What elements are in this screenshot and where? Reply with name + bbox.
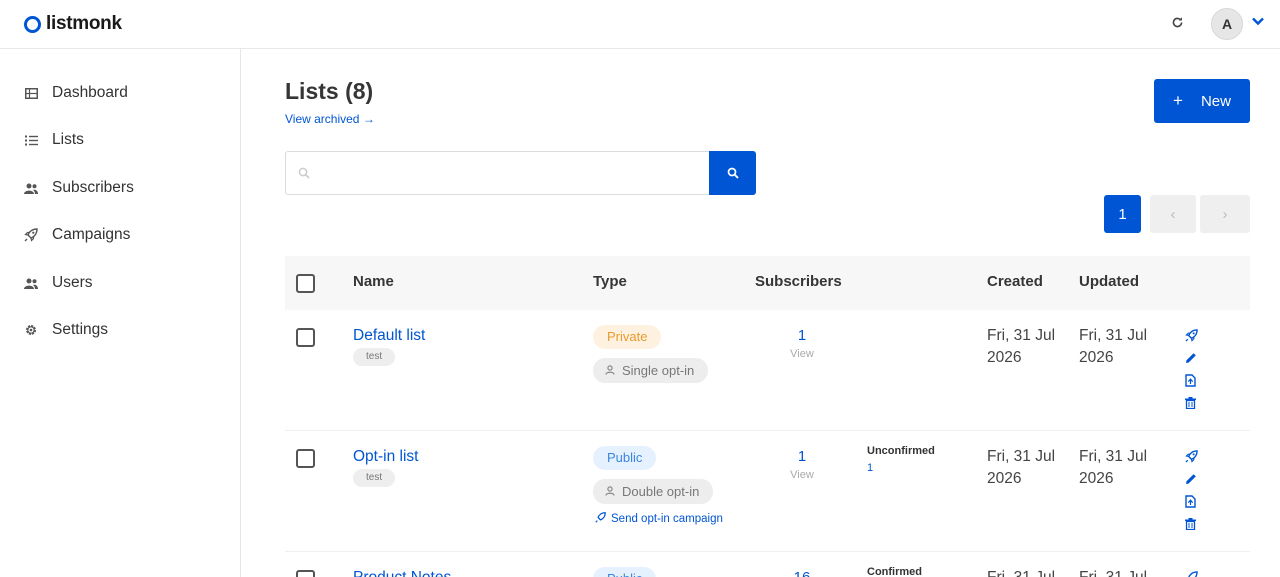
trash-icon[interactable]	[1185, 396, 1199, 410]
sidebar-item-dashboard[interactable]: Dashboard	[24, 81, 128, 105]
updated-date: Fri, 31 Jul 2026	[1079, 327, 1148, 366]
plus-icon: +	[1173, 91, 1183, 110]
file-import-icon[interactable]	[1185, 374, 1199, 388]
user-avatar[interactable]: A	[1211, 8, 1243, 40]
logo[interactable]: listmonk	[24, 13, 122, 35]
refresh-icon[interactable]	[1169, 15, 1185, 33]
list-tag: test	[353, 469, 396, 487]
trash-icon[interactable]	[1185, 517, 1199, 531]
dashboard-icon	[24, 86, 38, 100]
row-checkbox[interactable]	[296, 328, 315, 347]
created-date: Fri, 31 Jul 2026	[987, 327, 1056, 366]
rocket-icon	[595, 512, 606, 526]
rocket-icon[interactable]	[1185, 571, 1199, 577]
sidebar-item-label: Users	[52, 274, 93, 291]
list-type-badge: Public	[593, 567, 657, 577]
file-import-icon[interactable]	[1185, 495, 1199, 509]
brand-name: listmonk	[46, 13, 122, 34]
send-optin-campaign-link[interactable]: Send opt-in campaign	[595, 512, 723, 526]
column-header-type[interactable]: Type	[593, 273, 627, 290]
view-archived-link[interactable]: View archived →	[285, 112, 375, 126]
column-header-subscribers[interactable]: Subscribers	[755, 273, 842, 290]
table-row: Opt-in list test Public Double opt-in Se…	[285, 431, 1250, 552]
rocket-icon[interactable]	[1185, 329, 1199, 343]
user-icon	[605, 358, 615, 383]
subscriber-count-link[interactable]: 1	[790, 327, 814, 344]
sidebar-item-label: Settings	[52, 321, 109, 338]
gear-icon	[24, 323, 38, 337]
created-date: Fri, 31 Jul	[987, 567, 1077, 577]
view-subscribers-link[interactable]: View	[788, 348, 816, 360]
sidebar-item-subscribers[interactable]: Subscribers	[24, 176, 134, 200]
send-optin-label: Send opt-in campaign	[611, 513, 723, 525]
new-list-button[interactable]: + New	[1154, 79, 1250, 123]
optin-label: Single opt-in	[622, 363, 695, 378]
table-header: Name Type Subscribers Created Updated	[285, 256, 1250, 310]
rocket-icon[interactable]	[1185, 450, 1199, 464]
sidebar: Dashboard Lists Subscribers Campaigns Us…	[0, 49, 241, 577]
subscriber-status-label: Unconfirmed	[867, 445, 935, 457]
select-all-checkbox[interactable]	[296, 274, 315, 293]
list-type-badge: Public	[593, 446, 657, 470]
search-icon	[727, 167, 739, 179]
subscriber-status-label: Confirmed	[867, 566, 922, 577]
list-name-link[interactable]: Product Notes	[353, 569, 451, 577]
search-icon	[298, 166, 312, 180]
sidebar-item-campaigns[interactable]: Campaigns	[24, 223, 130, 247]
sidebar-item-settings[interactable]: Settings	[24, 318, 108, 342]
optin-label: Double opt-in	[622, 484, 700, 499]
subscriber-status-count[interactable]: 1	[867, 462, 873, 474]
sidebar-item-users[interactable]: Users	[24, 271, 92, 295]
pencil-icon[interactable]	[1185, 351, 1199, 365]
created-date: Fri, 31 Jul 2026	[987, 448, 1056, 487]
pagination-next-button[interactable]: ›	[1200, 195, 1250, 233]
sidebar-item-label: Subscribers	[52, 179, 134, 196]
column-header-name[interactable]: Name	[353, 273, 394, 290]
sidebar-item-label: Lists	[52, 131, 84, 148]
subscriber-count-link[interactable]: 1	[790, 448, 814, 465]
user-icon	[605, 479, 615, 504]
pagination-prev-button[interactable]: ‹	[1150, 195, 1196, 233]
search-box	[285, 151, 710, 195]
table-row: Default list test Private Single opt-in …	[285, 310, 1250, 431]
sidebar-item-lists[interactable]: Lists	[24, 128, 84, 152]
pencil-icon[interactable]	[1185, 472, 1199, 486]
list-name-link[interactable]: Default list	[353, 327, 425, 345]
list-name-link[interactable]: Opt-in list	[353, 448, 418, 466]
new-button-label: New	[1200, 92, 1231, 110]
main-content: Lists (8) View archived → + New 1 ‹ › Na…	[241, 49, 1280, 577]
row-checkbox[interactable]	[296, 449, 315, 468]
table-row: Product Notes Public 16 Confirmed Fri, 3…	[285, 552, 1250, 577]
page-title: Lists (8)	[285, 78, 374, 104]
list-icon	[24, 133, 38, 147]
pagination-page-1[interactable]: 1	[1104, 195, 1141, 233]
list-tag: test	[353, 348, 396, 366]
updated-date: Fri, 31 Jul 2026	[1079, 448, 1148, 487]
view-subscribers-link[interactable]: View	[788, 469, 816, 481]
sidebar-item-label: Campaigns	[52, 226, 131, 243]
top-bar: listmonk A	[0, 0, 1280, 49]
row-checkbox[interactable]	[296, 570, 315, 577]
search-button[interactable]	[709, 151, 756, 195]
users-icon	[24, 181, 38, 195]
chevron-down-icon[interactable]	[1251, 14, 1265, 28]
search-input[interactable]	[318, 152, 698, 194]
updated-date: Fri, 31 Jul	[1079, 567, 1169, 577]
users-icon	[24, 276, 38, 290]
logo-ring-icon	[24, 15, 41, 33]
sidebar-item-label: Dashboard	[52, 84, 128, 101]
optin-badge: Single opt-in	[593, 358, 709, 383]
list-type-badge: Private	[593, 325, 662, 349]
column-header-created[interactable]: Created	[987, 273, 1043, 290]
subscriber-count-link[interactable]: 16	[790, 569, 814, 577]
rocket-icon	[24, 228, 38, 242]
column-header-updated[interactable]: Updated	[1079, 273, 1139, 290]
optin-badge: Double opt-in	[593, 479, 714, 504]
